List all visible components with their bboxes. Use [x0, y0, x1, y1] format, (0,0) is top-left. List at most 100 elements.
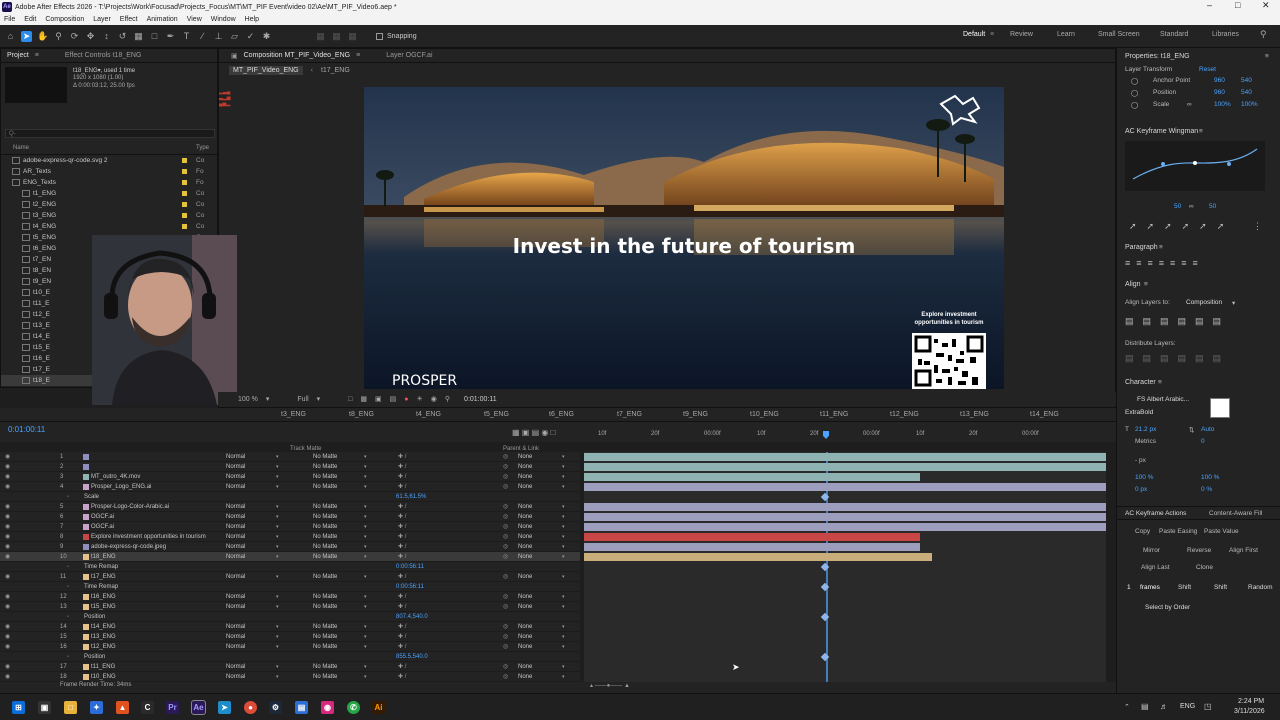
rectangle-tool-icon[interactable]: □ — [149, 31, 160, 42]
reset-button[interactable]: Reset — [1199, 66, 1216, 73]
parent-dropdown[interactable]: None — [518, 604, 532, 610]
layer-label-color[interactable] — [83, 573, 89, 580]
layer-duration-bar[interactable] — [584, 523, 1106, 531]
menu-file[interactable]: File — [4, 16, 15, 23]
tab-effect-controls[interactable]: Effect Controls t18_ENG — [65, 52, 142, 59]
font-size-value[interactable]: 21.2 px — [1135, 426, 1156, 433]
easing-curve-editor[interactable] — [1125, 141, 1265, 191]
baseline-shift-value[interactable]: 0 px — [1135, 486, 1147, 493]
stopwatch-icon[interactable]: ◔ — [66, 614, 69, 620]
chevron-down-icon[interactable]: ▾ — [364, 604, 367, 610]
project-item[interactable]: AR_Texts Fo — [1, 166, 217, 177]
layer-switches[interactable]: ✚ / — [398, 673, 406, 680]
layer-name[interactable]: t14_ENG — [91, 624, 116, 630]
track-matte-dropdown[interactable]: No Matte — [313, 624, 337, 630]
whatsapp-icon[interactable]: ✆ — [347, 701, 360, 714]
align-first-button[interactable]: Align First — [1229, 547, 1258, 554]
notepad-icon[interactable]: ▤ — [295, 701, 308, 714]
pickwhip-icon[interactable]: ◎ — [503, 593, 508, 600]
layer-switches[interactable]: ✚ / — [398, 523, 406, 530]
chevron-down-icon[interactable]: ▾ — [364, 664, 367, 670]
layer-row[interactable]: ◉ 7 OGCF.ai Normal ▾ No Matte ▾ ✚ / ◎ None ▾ — [0, 522, 580, 532]
tab-t9-eng[interactable]: t9_ENG — [683, 411, 708, 418]
layer-name[interactable]: t18_ENG — [91, 554, 116, 560]
layer-name[interactable]: Prosper-Logo-Color-Arabic.ai — [91, 504, 169, 510]
app-icon-2[interactable]: C — [141, 701, 154, 714]
pickwhip-icon[interactable]: ◎ — [503, 503, 508, 510]
parent-dropdown[interactable]: None — [518, 644, 532, 650]
transparency-grid-icon[interactable]: ▦ — [360, 395, 367, 403]
stopwatch-icon[interactable]: ◯ — [1131, 101, 1138, 109]
layer-switches[interactable]: ✚ / — [398, 463, 406, 470]
visibility-eye-icon[interactable]: ◉ — [5, 643, 10, 650]
chevron-down-icon[interactable]: ▾ — [562, 594, 565, 600]
chevron-down-icon[interactable]: ▾ — [1232, 299, 1235, 307]
property-value[interactable]: 807.4,540.0 — [396, 614, 428, 620]
property-value[interactable]: 0:00:56:11 — [396, 564, 424, 570]
ease-out-value[interactable]: 50 — [1209, 203, 1216, 210]
chevron-down-icon[interactable]: ▾ — [276, 524, 279, 530]
layer-row[interactable]: ◉ 9 adobe-express-qr-code.jpeg Normal ▾ No Ma… — [0, 542, 580, 552]
pickwhip-icon[interactable]: ◎ — [503, 463, 508, 470]
track-matte-dropdown[interactable]: No Matte — [313, 554, 337, 560]
blend-mode-dropdown[interactable]: Normal — [226, 574, 245, 580]
property-row[interactable]: ◔ Time Remap 0:00:56:11 — [0, 562, 580, 572]
ease-presets-icons[interactable]: ➚➚➚➚➚➚ — [1129, 221, 1234, 232]
parent-dropdown[interactable]: None — [518, 504, 532, 510]
panel-menu-icon[interactable]: ≡ — [1159, 244, 1163, 251]
scale-y[interactable]: 100% — [1241, 101, 1258, 108]
visibility-eye-icon[interactable]: ◉ — [5, 633, 10, 640]
property-value[interactable]: 61.5,61.5% — [396, 494, 426, 500]
track-matte-dropdown[interactable]: No Matte — [313, 594, 337, 600]
breadcrumb-main[interactable]: MT_PIF_Video_ENG — [229, 65, 303, 75]
eraser-tool-icon[interactable]: ▱ — [229, 31, 240, 42]
blend-mode-dropdown[interactable]: Normal — [226, 604, 245, 610]
guides-icon[interactable]: ▤ — [390, 395, 397, 403]
layer-label-color[interactable] — [83, 553, 89, 560]
region-icon[interactable]: □ — [348, 396, 352, 403]
brush-tool-icon[interactable]: ∕ — [197, 31, 208, 42]
blend-mode-dropdown[interactable]: Normal — [226, 484, 245, 490]
tab-kf-actions[interactable]: AC Keyframe Actions — [1125, 510, 1186, 517]
chevron-down-icon[interactable]: ▾ — [364, 624, 367, 630]
tab-t4-eng[interactable]: t4_ENG — [416, 411, 441, 418]
chevron-down-icon[interactable]: ▾ — [562, 474, 565, 480]
blend-mode-dropdown[interactable]: Normal — [226, 594, 245, 600]
layer-label-color[interactable] — [83, 523, 89, 530]
position-x[interactable]: 960 — [1214, 89, 1225, 96]
pickwhip-icon[interactable]: ◎ — [503, 513, 508, 520]
layer-label-color[interactable] — [83, 513, 89, 520]
layer-label-color[interactable] — [83, 463, 89, 470]
layer-switches[interactable]: ✚ / — [398, 533, 406, 540]
roto-tool-icon[interactable]: ✓ — [245, 31, 256, 42]
align-right-icon[interactable]: ▦ — [347, 31, 358, 42]
clone-button[interactable]: Clone — [1196, 564, 1213, 571]
parent-dropdown[interactable]: None — [518, 454, 532, 460]
chevron-down-icon[interactable]: ▾ — [562, 674, 565, 680]
blend-mode-dropdown[interactable]: Normal — [226, 644, 245, 650]
blend-mode-dropdown[interactable]: Normal — [226, 554, 245, 560]
brave-icon[interactable]: ▲ — [116, 701, 129, 714]
layer-name[interactable]: OGCF.ai — [91, 514, 114, 520]
layer-label-color[interactable] — [83, 623, 89, 630]
panel-menu-icon[interactable]: ≡ — [1199, 128, 1203, 135]
tray-chevron-icon[interactable]: ⌃ — [1124, 703, 1130, 711]
layer-name[interactable]: t10_ENG — [91, 674, 116, 680]
workspace-review[interactable]: Review — [1010, 31, 1033, 38]
visibility-eye-icon[interactable]: ◉ — [5, 673, 10, 680]
visibility-eye-icon[interactable]: ◉ — [5, 603, 10, 610]
resolution-dropdown[interactable]: Full — [297, 396, 308, 403]
copy-button[interactable]: Copy — [1135, 528, 1150, 535]
tab-t7-eng[interactable]: t7_ENG — [617, 411, 642, 418]
label-color-swatch[interactable] — [182, 202, 187, 207]
chevron-down-icon[interactable]: ▾ — [276, 534, 279, 540]
telegram-icon[interactable]: ➤ — [218, 701, 231, 714]
project-item[interactable]: adobe-express-qr-code.svg 2 Co — [1, 155, 217, 166]
chevron-down-icon[interactable]: ▾ — [562, 574, 565, 580]
layer-duration-bar[interactable] — [584, 533, 920, 541]
reverse-button[interactable]: Reverse — [1187, 547, 1211, 554]
type-tool-icon[interactable]: T — [181, 31, 192, 42]
visibility-eye-icon[interactable]: ◉ — [5, 463, 10, 470]
timeline-toggle-icons[interactable]: ▦ ▣ ▤ ◉ □ — [512, 428, 555, 437]
panel-menu-icon[interactable]: ≡ — [35, 52, 39, 59]
